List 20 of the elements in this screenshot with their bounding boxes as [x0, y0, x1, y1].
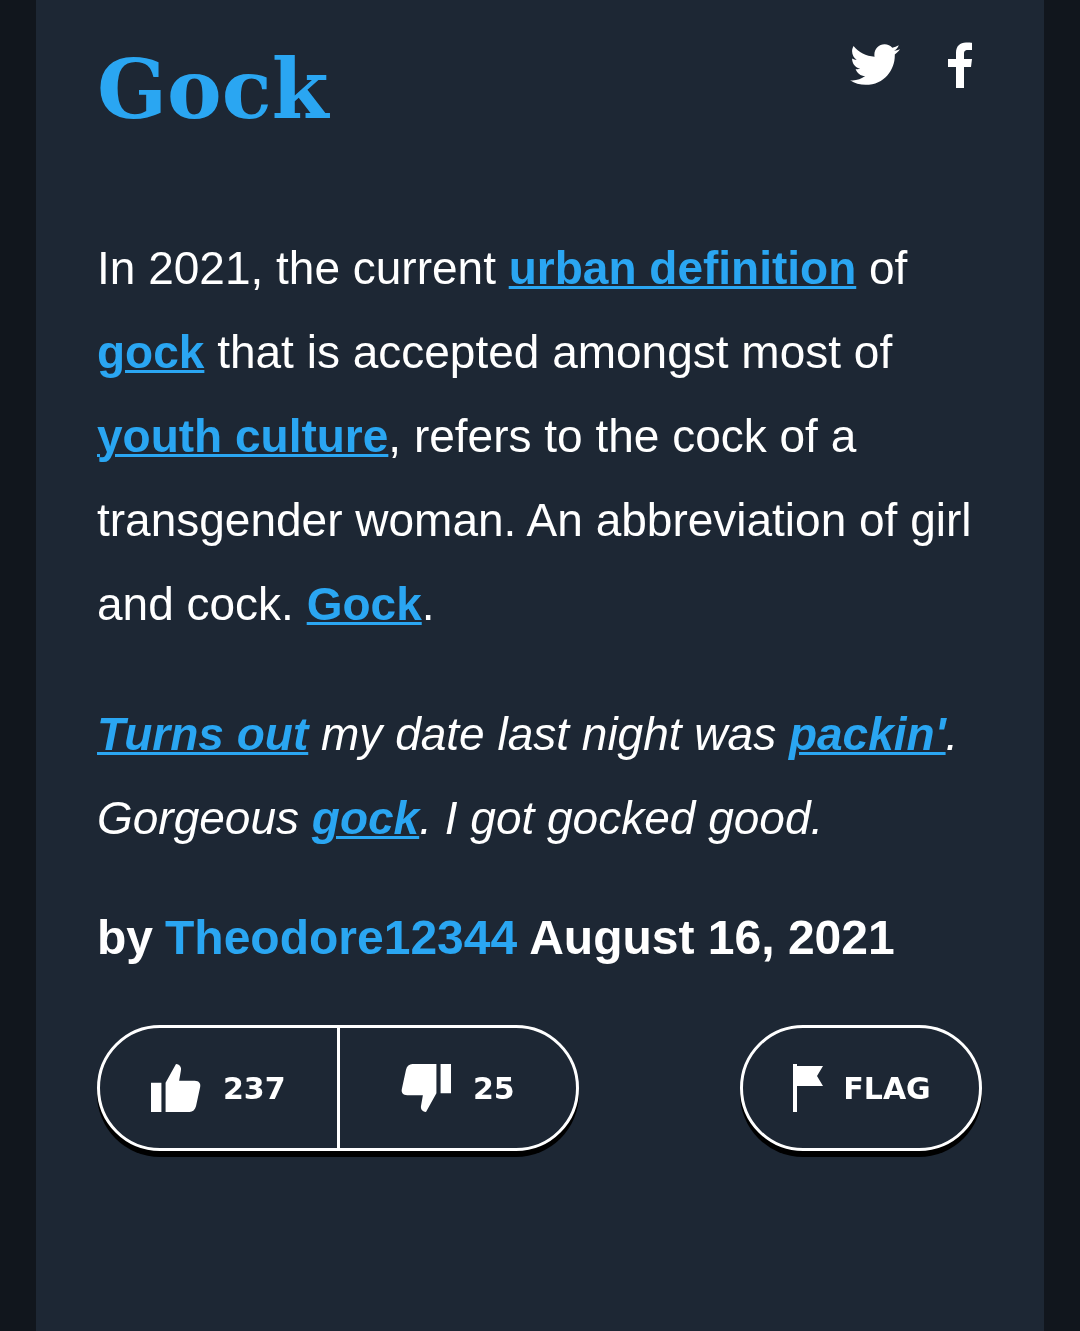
byline-label: by: [97, 910, 153, 966]
word-link[interactable]: urban definition: [508, 242, 857, 295]
thumbs-up-icon: [150, 1064, 201, 1113]
word-title[interactable]: Gock: [97, 44, 329, 135]
word-link[interactable]: gock: [97, 326, 205, 379]
word-link[interactable]: gock: [311, 792, 420, 845]
word-link[interactable]: Gock: [306, 578, 422, 631]
thumbs-down-icon: [400, 1064, 451, 1113]
word-link[interactable]: youth culture: [97, 410, 389, 463]
flag-icon: [791, 1064, 824, 1113]
downvote-button[interactable]: 25: [336, 1028, 576, 1149]
definition-text: In 2021, the current urban definition of gock that is accepted amongst most of youth culture, refers to the cock of a transgender woman. An abbreviation of girl and cock. Gock.: [97, 241, 973, 633]
date-text: August 16, 2021: [529, 910, 895, 966]
word-link[interactable]: packin': [788, 708, 946, 761]
letter-f-icon[interactable]: [948, 42, 972, 88]
example-text: Turns out my date last night was packin'. Gorgeous gock. I got gocked good.: [97, 707, 960, 847]
word-link[interactable]: Turns out: [97, 708, 309, 761]
author-link[interactable]: Theodore12344: [165, 910, 518, 966]
bird-icon[interactable]: [850, 44, 900, 86]
upvote-button[interactable]: 237: [100, 1028, 337, 1149]
